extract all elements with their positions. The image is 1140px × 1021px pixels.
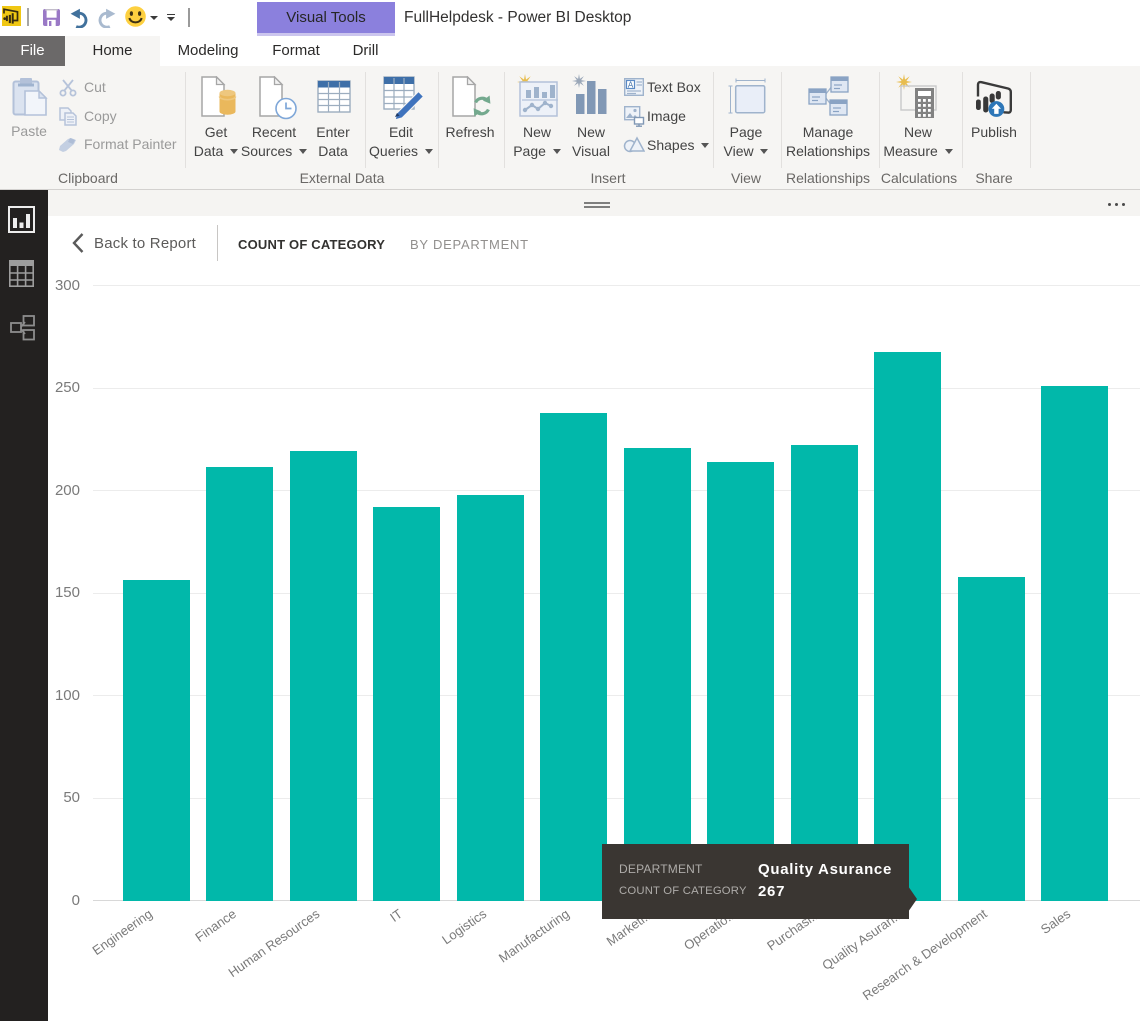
svg-text:A: A [628, 81, 634, 90]
